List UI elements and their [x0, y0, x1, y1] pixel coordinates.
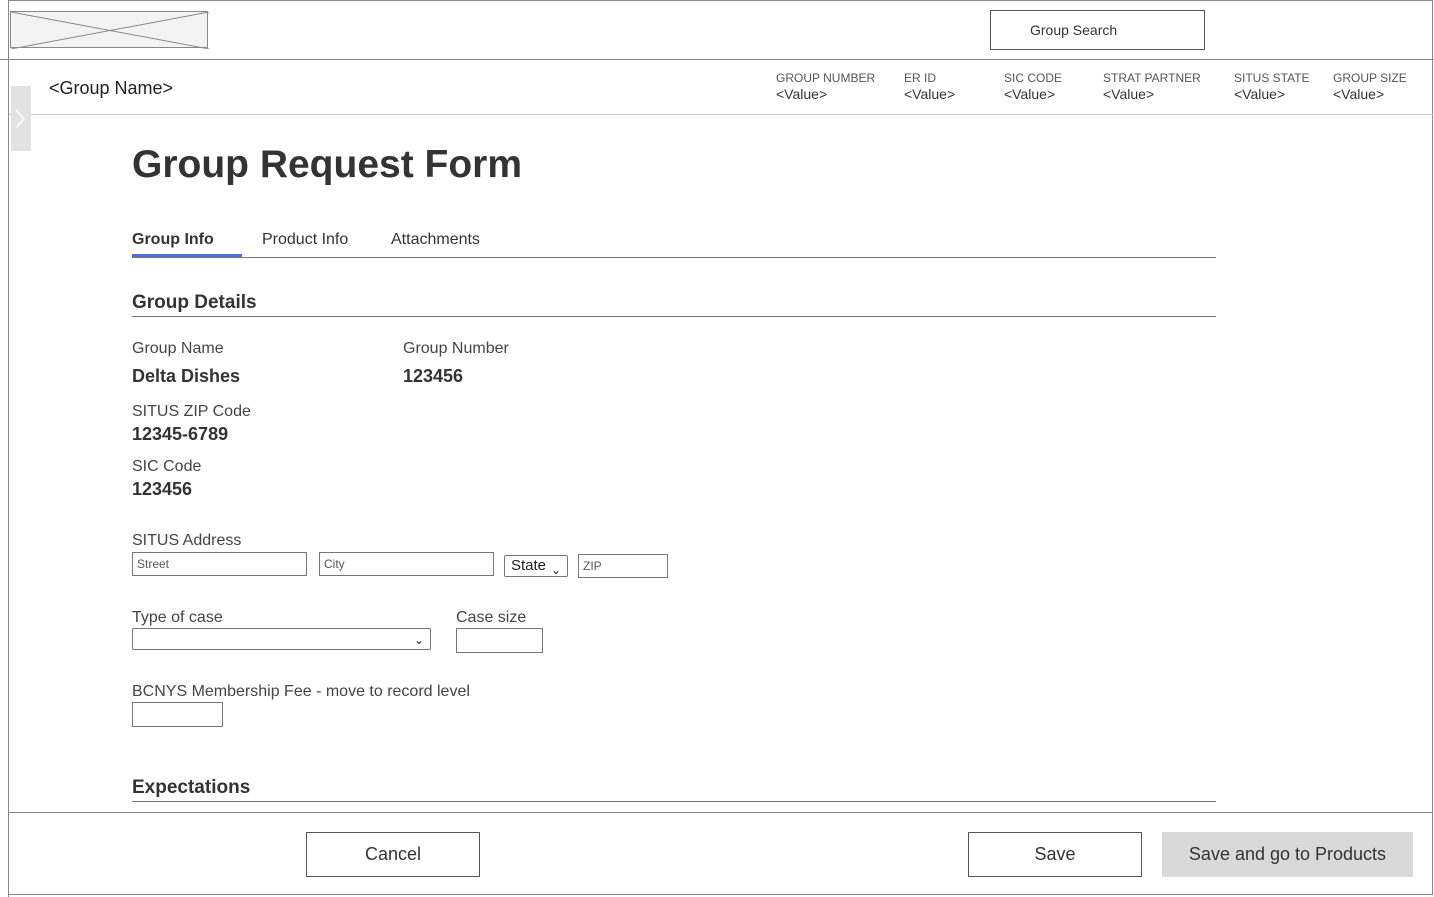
cancel-button[interactable]: Cancel — [306, 832, 480, 877]
group-name-value: Delta Dishes — [132, 366, 241, 386]
case-size-label: Case size — [456, 609, 527, 626]
zip-input[interactable]: ZIP — [578, 554, 668, 578]
group-number-label: Group Number — [403, 340, 509, 357]
city-placeholder: City — [324, 557, 345, 571]
meta-group-size: GROUP SIZE <Value> — [1333, 71, 1407, 102]
city-input[interactable]: City — [319, 552, 494, 576]
state-select-value: State — [511, 557, 547, 574]
type-of-case-label: Type of case — [132, 609, 223, 626]
meta-value: <Value> — [1234, 86, 1286, 102]
group-summary-bar: <Group Name> GROUP NUMBER <Value> ER ID … — [9, 60, 1433, 115]
meta-value: <Value> — [904, 86, 956, 102]
situs-zip-label: SITUS ZIP Code — [132, 403, 251, 420]
meta-value: <Value> — [1103, 86, 1155, 102]
meta-label: GROUP SIZE — [1333, 71, 1407, 85]
chevron-down-icon: ⌄ — [550, 563, 561, 577]
meta-label: STRAT PARTNER — [1103, 71, 1201, 85]
meta-label: ER ID — [904, 71, 937, 85]
situs-address-label: SITUS Address — [132, 532, 242, 549]
meta-value: <Value> — [1333, 86, 1385, 102]
situs-zip-value: 12345-6789 — [132, 424, 229, 444]
section-group-details: Group Details — [132, 292, 1216, 317]
meta-group-number: GROUP NUMBER <Value> — [776, 71, 875, 102]
meta-situs-state: SITUS STATE <Value> — [1234, 71, 1310, 102]
page-title: Group Request Form — [132, 143, 523, 186]
sic-code-label: SIC Code — [132, 458, 202, 475]
meta-strat-partner: STRAT PARTNER <Value> — [1103, 71, 1201, 102]
active-tab-indicator — [132, 254, 242, 257]
group-name-header: <Group Name> — [49, 78, 174, 98]
save-button[interactable]: Save — [968, 832, 1142, 877]
meta-er-id: ER ID <Value> — [904, 71, 955, 102]
case-size-input[interactable] — [456, 628, 543, 653]
meta-label: GROUP NUMBER — [776, 71, 876, 85]
zip-placeholder: ZIP — [583, 559, 602, 573]
meta-sic-code: SIC CODE <Value> — [1004, 71, 1062, 102]
type-of-case-select[interactable]: ⌄ — [132, 628, 431, 650]
save-and-go-to-products-button[interactable]: Save and go to Products — [1162, 832, 1413, 877]
chevron-down-icon: ⌄ — [413, 633, 424, 647]
meta-label: SITUS STATE — [1234, 71, 1310, 85]
meta-value: <Value> — [1004, 86, 1056, 102]
tab-product-info[interactable]: Product Info — [262, 231, 348, 257]
section-expectations: Expectations — [132, 777, 1216, 802]
left-border — [0, 60, 9, 897]
street-input[interactable]: Street — [132, 552, 307, 576]
sidebar-toggle-button[interactable] — [11, 86, 31, 151]
group-number-value: 123456 — [403, 366, 464, 386]
state-select[interactable]: State ⌄ — [504, 555, 568, 577]
meta-label: SIC CODE — [1004, 71, 1063, 85]
street-placeholder: Street — [137, 557, 170, 571]
meta-value: <Value> — [776, 86, 828, 102]
content-frame — [8, 0, 1433, 895]
bcnys-fee-label: BCNYS Membership Fee - move to record le… — [132, 683, 470, 700]
chevron-right-icon — [15, 109, 26, 129]
group-name-label: Group Name — [132, 340, 224, 357]
sic-code-value: 123456 — [132, 479, 193, 499]
tab-attachments[interactable]: Attachments — [391, 231, 480, 257]
bcnys-fee-input[interactable] — [132, 702, 223, 727]
tab-bar: Group Info Product Info Attachments — [132, 231, 1216, 258]
